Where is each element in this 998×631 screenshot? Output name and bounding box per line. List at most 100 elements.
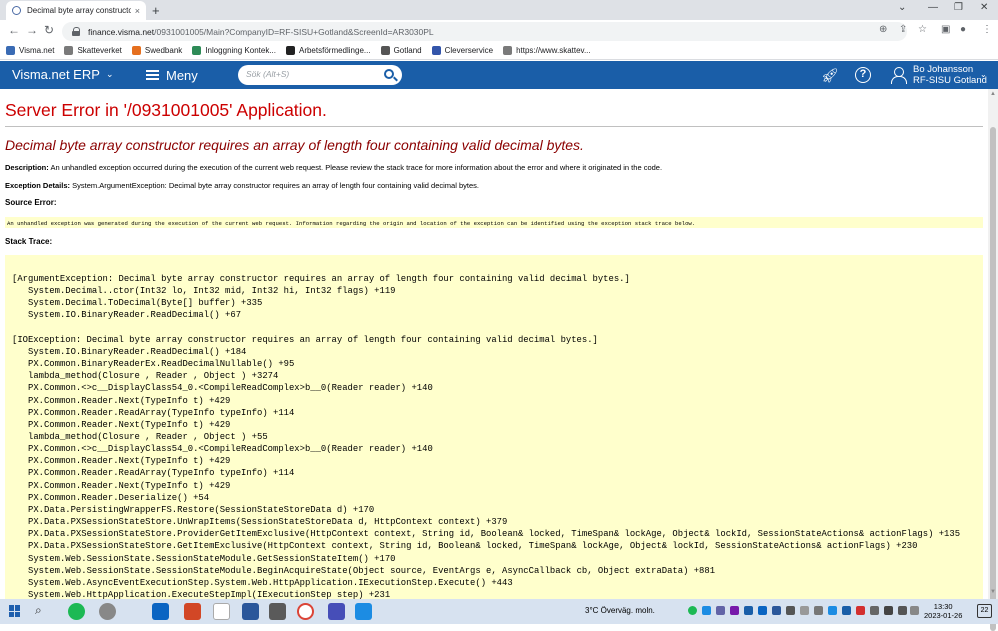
stack-frame: PX.Common.Reader.ReadArray(TypeInfo type… xyxy=(28,468,295,479)
teams-icon[interactable] xyxy=(328,603,345,620)
share-icon[interactable]: ⇪ xyxy=(899,24,907,35)
bookmark-item[interactable]: Cleverservice xyxy=(431,46,494,55)
description-text: An unhandled exception occurred during t… xyxy=(50,163,663,172)
user-name: Bo Johansson xyxy=(913,64,974,75)
scroll-up-icon[interactable]: ▲ xyxy=(990,91,996,97)
stack-frame: System.IO.BinaryReader.ReadDecimal() +18… xyxy=(28,346,247,357)
forward-icon[interactable]: → xyxy=(26,23,38,37)
page-title: Server Error in '/0931001005' Applicatio… xyxy=(5,100,327,120)
stack-frame: lambda_method(Closure , Reader , Object … xyxy=(28,432,268,443)
file-icon[interactable] xyxy=(213,603,230,620)
close-tab-icon[interactable]: × xyxy=(135,6,140,16)
browser-tab[interactable]: Decimal byte array constructor re × xyxy=(6,1,146,20)
stack-frame: System.Web.HttpApplication.ExecuteStepIm… xyxy=(28,590,391,599)
bookmark-label: Gotland xyxy=(393,46,422,55)
stack-frame: PX.Common.Reader.Next(TypeInfo t) +429 xyxy=(28,419,231,430)
scroll-thumb[interactable] xyxy=(990,127,996,631)
stack-frame: System.Web.AsyncEventExecutionStep.Syste… xyxy=(28,577,513,588)
stack-frame: System.Web.SessionState.SessionStateModu… xyxy=(28,553,396,564)
tray-app9-icon[interactable] xyxy=(870,606,879,615)
bookmark-favicon-icon xyxy=(6,46,15,55)
tray-app8-icon[interactable] xyxy=(856,606,865,615)
weather-widget[interactable]: 3°C Överväg. moln. xyxy=(585,606,655,615)
chrome-icon[interactable] xyxy=(297,603,314,620)
search-box[interactable] xyxy=(238,65,402,85)
stack-frame: PX.Common.Reader.ReadArray(TypeInfo type… xyxy=(28,407,295,418)
help-icon[interactable]: ? xyxy=(855,67,871,83)
bookmark-label: Cleverservice xyxy=(444,46,494,55)
bookmark-label: https://www.skattev... xyxy=(516,46,591,55)
bookmark-item[interactable]: Arbetsförmedlinge... xyxy=(285,46,371,55)
rocket-icon[interactable]: 🚀︎ xyxy=(821,67,839,84)
minimize-icon[interactable]: — xyxy=(928,2,938,13)
taskbar: ⌕ 3°C Överväg. moln. 13:30 2023-01-26 22 xyxy=(0,599,998,624)
chevron-down-icon[interactable]: ⌄ xyxy=(106,69,114,80)
stack-frame: PX.Data.PXSessionStateStore.GetItemExclu… xyxy=(28,541,918,552)
browser-menu-icon[interactable]: ⋮ xyxy=(982,24,992,35)
description-row: Description: An unhandled exception occu… xyxy=(5,163,662,172)
back-icon[interactable]: ← xyxy=(8,23,20,37)
stack-frame: PX.Common.<>c__DisplayClass54_0.<Compile… xyxy=(28,383,433,394)
bookmark-label: Skatteverket xyxy=(77,46,122,55)
side-panel-icon[interactable]: ▣ xyxy=(941,24,950,35)
bookmark-item[interactable]: Swedbank xyxy=(131,46,182,55)
user-chevron-down-icon[interactable]: ⌄ xyxy=(980,70,987,79)
bookmark-favicon-icon xyxy=(64,46,74,55)
volume-icon[interactable] xyxy=(884,606,893,615)
exception-text: System.ArgumentException: Decimal byte a… xyxy=(72,181,479,190)
bookmark-item[interactable]: Gotland xyxy=(380,46,422,55)
app-icon[interactable] xyxy=(99,603,116,620)
page-scrollbar[interactable]: ▲ ▼ xyxy=(988,89,998,631)
hamburger-menu-icon[interactable] xyxy=(146,70,159,80)
stack-frame: PX.Common.Reader.Next(TypeInfo t) +429 xyxy=(28,395,231,406)
new-tab-button[interactable]: + xyxy=(152,3,160,18)
search-taskbar-icon[interactable]: ⌕ xyxy=(35,603,52,620)
battery-icon[interactable] xyxy=(910,606,919,615)
tray-app5-icon[interactable] xyxy=(814,606,823,615)
tray-app6-icon[interactable] xyxy=(828,606,837,615)
word-icon[interactable] xyxy=(242,603,259,620)
network-icon[interactable] xyxy=(898,606,907,615)
profile-icon[interactable]: ● xyxy=(960,24,966,35)
bookmark-item[interactable]: Inloggning Kontek... xyxy=(192,46,276,55)
tray-word-icon[interactable] xyxy=(772,606,781,615)
clock[interactable]: 13:30 2023-01-26 xyxy=(924,602,962,620)
tray-app3-icon[interactable] xyxy=(786,606,795,615)
menu-button[interactable]: Meny xyxy=(166,68,198,83)
outlook-icon[interactable] xyxy=(152,603,169,620)
windows-start-icon[interactable] xyxy=(9,605,21,617)
close-window-icon[interactable]: ✕ xyxy=(980,2,988,13)
search-icon[interactable] xyxy=(384,69,394,79)
tray-app2-icon[interactable] xyxy=(744,606,753,615)
stack-frame: PX.Data.PXSessionStateStore.ProviderGetI… xyxy=(28,529,961,540)
powerpoint-icon[interactable] xyxy=(184,603,201,620)
user-menu[interactable]: Bo Johansson RF-SISU Gotland xyxy=(913,64,987,86)
tray-teams-icon[interactable] xyxy=(716,606,725,615)
scroll-down-icon[interactable]: ▼ xyxy=(990,589,996,595)
bookmark-item[interactable]: https://www.skattev... xyxy=(503,46,591,55)
stack-trace-box: [ArgumentException: Decimal byte array c… xyxy=(5,255,983,599)
bookmark-item[interactable]: Skatteverket xyxy=(64,46,122,55)
bookmark-star-icon[interactable]: ☆ xyxy=(918,24,927,35)
notification-center-icon[interactable]: 22 xyxy=(977,604,992,618)
app2-icon[interactable] xyxy=(269,603,286,620)
spotify-icon[interactable] xyxy=(68,603,85,620)
bookmark-favicon-icon xyxy=(503,46,513,55)
app3-icon[interactable] xyxy=(355,603,372,620)
tray-app7-icon[interactable] xyxy=(842,606,851,615)
zoom-icon[interactable]: ⊕ xyxy=(879,24,887,35)
tray-outlook-icon[interactable] xyxy=(758,606,767,615)
restore-icon[interactable]: ❐ xyxy=(954,2,963,13)
tray-app-icon[interactable] xyxy=(702,606,711,615)
tray-app4-icon[interactable] xyxy=(800,606,809,615)
user-icon[interactable] xyxy=(891,67,907,84)
tab-search-icon[interactable]: ⌄ xyxy=(898,2,906,13)
search-input[interactable] xyxy=(246,69,376,79)
app-brand[interactable]: Visma.net ERP xyxy=(12,67,100,82)
reload-icon[interactable]: ↻ xyxy=(44,23,54,37)
tray-spotify-icon[interactable] xyxy=(688,606,697,615)
divider xyxy=(5,126,983,127)
address-bar[interactable]: finance.visma.net/0931001005/Main?Compan… xyxy=(62,22,907,41)
tray-onenote-icon[interactable] xyxy=(730,606,739,615)
bookmark-item[interactable]: Visma.net xyxy=(6,46,54,55)
